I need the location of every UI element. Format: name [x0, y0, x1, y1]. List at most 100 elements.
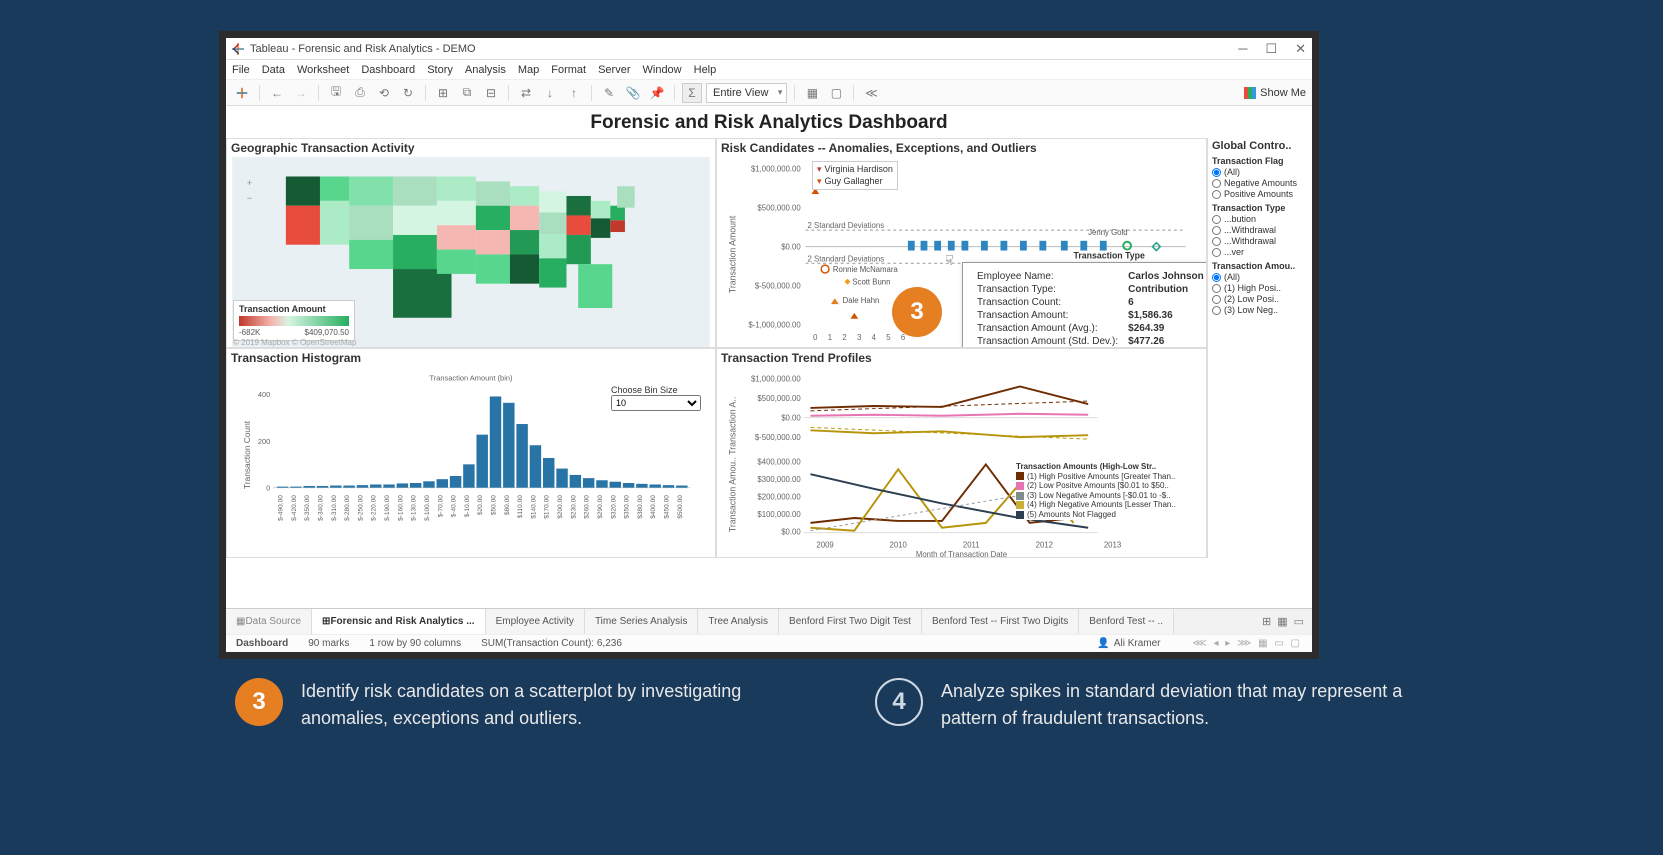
menu-map[interactable]: Map: [518, 64, 539, 76]
scatter-viz[interactable]: $1,000,000.00 $500,000.00 $0.00 $-500,00…: [717, 157, 1206, 347]
tab-tree[interactable]: Tree Analysis: [698, 609, 779, 634]
window-title: Tableau - Forensic and Risk Analytics - …: [250, 43, 476, 55]
new-sheet-icon[interactable]: ⊞: [1262, 615, 1271, 628]
duplicate-icon[interactable]: ⧉: [457, 83, 477, 103]
close-button[interactable]: ✕: [1295, 41, 1306, 57]
status-marks: 90 marks: [308, 638, 349, 649]
type-opt-2[interactable]: ...Withdrawal: [1212, 236, 1308, 246]
swap-icon[interactable]: ⇄: [516, 83, 536, 103]
flag-opt-all[interactable]: (All): [1212, 167, 1308, 177]
sort-asc-icon[interactable]: ↓: [540, 83, 560, 103]
pin-icon[interactable]: 📌: [647, 83, 667, 103]
svg-text:$170.00: $170.00: [544, 495, 551, 519]
statusbar: Dashboard 90 marks 1 row by 90 columns S…: [226, 634, 1312, 652]
menu-help[interactable]: Help: [694, 64, 717, 76]
menu-format[interactable]: Format: [551, 64, 586, 76]
group-icon[interactable]: 📎: [623, 83, 643, 103]
minimize-button[interactable]: ─: [1238, 41, 1247, 57]
menu-dashboard[interactable]: Dashboard: [361, 64, 415, 76]
svg-text:$-420.00: $-420.00: [291, 495, 298, 521]
svg-text:$20.00: $20.00: [477, 495, 484, 515]
new-dash-icon[interactable]: ▦: [1277, 615, 1287, 628]
svg-text:Ronnie McNamara: Ronnie McNamara: [833, 265, 899, 274]
svg-text:$-130.00: $-130.00: [411, 495, 418, 521]
trend-title: Transaction Trend Profiles: [717, 349, 1206, 367]
new-story-icon[interactable]: ▭: [1294, 615, 1304, 628]
menu-data[interactable]: Data: [262, 64, 285, 76]
annotation-3: 3 Identify risk candidates on a scatterp…: [235, 678, 765, 732]
tab-employee[interactable]: Employee Activity: [486, 609, 585, 634]
histogram-panel: Transaction Histogram Choose Bin Size 10…: [226, 348, 716, 558]
map-viz[interactable]: + − Transaction Amount -682K$409,070.50 …: [227, 157, 715, 347]
auto-update-icon[interactable]: ↻: [398, 83, 418, 103]
view-mode-dropdown[interactable]: Entire View: [706, 83, 787, 103]
totals-icon[interactable]: Σ: [682, 83, 702, 103]
menu-story[interactable]: Story: [427, 64, 453, 76]
scatter-legend: ▾Virginia Hardison ▾Guy Gallagher: [812, 161, 898, 190]
menu-window[interactable]: Window: [643, 64, 682, 76]
type-opt-3[interactable]: ...ver: [1212, 247, 1308, 257]
svg-text:2 Standard Deviations: 2 Standard Deviations: [808, 254, 885, 263]
bin-size-control[interactable]: Choose Bin Size 10: [611, 385, 701, 411]
forward-button[interactable]: →: [291, 83, 311, 103]
svg-text:Transaction Amount (bin): Transaction Amount (bin): [430, 373, 514, 382]
badge-3-icon: 3: [235, 678, 283, 726]
svg-text:$-250.00: $-250.00: [357, 495, 364, 521]
menu-worksheet[interactable]: Worksheet: [297, 64, 349, 76]
menu-server[interactable]: Server: [598, 64, 630, 76]
menu-file[interactable]: File: [232, 64, 250, 76]
svg-text:$-490.00: $-490.00: [278, 495, 285, 521]
tab-timeseries[interactable]: Time Series Analysis: [585, 609, 698, 634]
cards-icon[interactable]: ▦: [802, 83, 822, 103]
presentation-icon[interactable]: ▢: [826, 83, 846, 103]
back-button[interactable]: ←: [267, 83, 287, 103]
amt-opt-3[interactable]: (3) Low Neg..: [1212, 305, 1308, 315]
new-worksheet-icon[interactable]: ⊞: [433, 83, 453, 103]
share-icon[interactable]: ≪: [861, 83, 881, 103]
svg-text:Jenny Gold: Jenny Gold: [1088, 228, 1127, 237]
amt-opt-2[interactable]: (2) Low Posi..: [1212, 294, 1308, 304]
sheet-tabs: ▦ Data Source ⊞ Forensic and Risk Analyt…: [226, 608, 1312, 634]
clear-icon[interactable]: ⊟: [481, 83, 501, 103]
maximize-button[interactable]: ☐: [1265, 41, 1277, 57]
highlight-icon[interactable]: ✎: [599, 83, 619, 103]
tab-benford2[interactable]: Benford Test -- First Two Digits: [922, 609, 1079, 634]
sort-desc-icon[interactable]: ↑: [564, 83, 584, 103]
status-user: 👤 Ali Kramer: [1097, 638, 1160, 649]
nav-arrows-icon[interactable]: ⋘ ◂ ▸ ⋙ ▦ ▭ ▢: [1192, 638, 1302, 649]
flag-opt-pos[interactable]: Positive Amounts: [1212, 189, 1308, 199]
type-opt-1[interactable]: ...Withdrawal: [1212, 225, 1308, 235]
toolbar: ← → 🖫 ⎙ ⟲ ↻ ⊞ ⧉ ⊟ ⇄ ↓ ↑ ✎ 📎 📌 Σ Entire V…: [226, 80, 1312, 106]
svg-text:Transaction Amount: Transaction Amount: [727, 215, 737, 293]
scatter-panel: Risk Candidates -- Anomalies, Exceptions…: [716, 138, 1207, 348]
svg-text:2013: 2013: [1104, 540, 1121, 549]
amt-opt-all[interactable]: (All): [1212, 272, 1308, 282]
svg-text:$-40.00: $-40.00: [451, 495, 458, 517]
menu-analysis[interactable]: Analysis: [465, 64, 506, 76]
flag-opt-neg[interactable]: Negative Amounts: [1212, 178, 1308, 188]
trend-viz[interactable]: Transaction Amou.. Transaction A.. $1,00…: [717, 367, 1206, 557]
svg-text:$-220.00: $-220.00: [371, 495, 378, 521]
amt-opt-1[interactable]: (1) High Posi..: [1212, 283, 1308, 293]
svg-text:Scott Bunn: Scott Bunn: [852, 278, 890, 287]
svg-text:$400.00: $400.00: [650, 495, 657, 519]
tab-benford3[interactable]: Benford Test -- ..: [1079, 609, 1174, 634]
map-title: Geographic Transaction Activity: [227, 139, 715, 157]
titlebar: Tableau - Forensic and Risk Analytics - …: [226, 38, 1312, 60]
show-me-button[interactable]: Show Me: [1244, 87, 1306, 99]
svg-text:$300,000.00: $300,000.00: [757, 475, 801, 484]
svg-text:2011: 2011: [963, 540, 980, 549]
tab-datasource[interactable]: ▦ Data Source: [226, 609, 312, 634]
histogram-viz[interactable]: Choose Bin Size 10 Transaction Amount (b…: [227, 367, 715, 557]
tab-benford1[interactable]: Benford First Two Digit Test: [779, 609, 922, 634]
tableau-logo-small-icon[interactable]: [232, 83, 252, 103]
svg-text:$500.00: $500.00: [677, 495, 684, 519]
svg-text:$-10.00: $-10.00: [464, 495, 471, 517]
map-legend: Transaction Amount -682K$409,070.50: [233, 300, 355, 341]
save-icon[interactable]: 🖫: [326, 83, 346, 103]
type-opt-0[interactable]: ...bution: [1212, 214, 1308, 224]
tab-active[interactable]: ⊞ Forensic and Risk Analytics ...: [312, 609, 486, 634]
new-data-icon[interactable]: ⎙: [350, 83, 370, 103]
refresh-icon[interactable]: ⟲: [374, 83, 394, 103]
svg-text:Transaction Amou.. Transaction: Transaction Amou.. Transaction A..: [727, 397, 737, 532]
